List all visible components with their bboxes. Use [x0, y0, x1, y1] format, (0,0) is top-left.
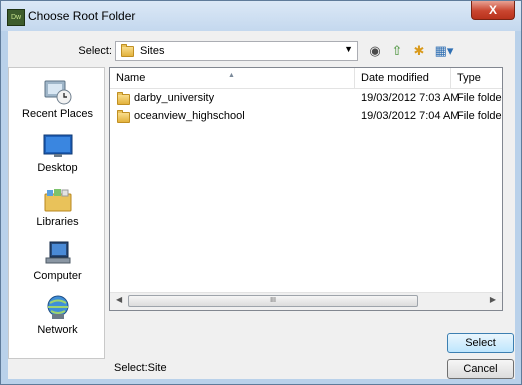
column-header-date[interactable]: Date modified [355, 68, 451, 88]
horizontal-scrollbar[interactable]: ◀ III ▶ [110, 292, 502, 310]
place-recent-places[interactable]: Recent Places [9, 78, 106, 120]
place-label: Network [37, 324, 78, 336]
places-bar: Recent Places Desktop Libraries Computer… [8, 67, 105, 359]
file-list[interactable]: Name ▲ Date modified Type darby_universi… [109, 67, 503, 311]
new-folder-icon[interactable]: ✱ [409, 41, 429, 61]
close-button[interactable]: X [471, 1, 515, 20]
folder-icon [117, 110, 130, 123]
column-header-type[interactable]: Type [451, 68, 502, 88]
place-libraries[interactable]: Libraries [9, 186, 106, 228]
libraries-icon [42, 186, 74, 214]
file-name: oceanview_highschool [134, 110, 245, 122]
column-headers: Name ▲ Date modified Type [110, 68, 502, 89]
place-label: Computer [33, 270, 82, 282]
lookin-dropdown[interactable]: Sites ▼ [115, 41, 358, 61]
table-row[interactable]: oceanview_highschool 19/03/2012 7:04 AM … [110, 108, 502, 127]
column-header-name[interactable]: Name ▲ [110, 68, 355, 88]
table-row[interactable]: darby_university 19/03/2012 7:03 AM File… [110, 90, 502, 109]
lookin-value: Sites [140, 45, 165, 57]
file-type: File folder [457, 92, 503, 104]
computer-icon [42, 240, 74, 268]
view-menu-icon[interactable]: ▦▾ [431, 41, 457, 61]
place-network[interactable]: Network [9, 294, 106, 336]
dialog-window: Dw Choose Root Folder X Select: Sites ▼ … [0, 0, 522, 385]
title-bar[interactable]: Dw Choose Root Folder X [1, 1, 521, 31]
back-icon[interactable]: ◉ [365, 41, 385, 61]
navigation-toolbar: ◉ ⇧ ✱ ▦▾ [365, 41, 475, 61]
scrollbar-thumb[interactable]: III [128, 295, 418, 307]
scroll-right-icon[interactable]: ▶ [490, 295, 496, 304]
file-date: 19/03/2012 7:04 AM [361, 110, 460, 122]
file-date: 19/03/2012 7:03 AM [361, 92, 460, 104]
scroll-left-icon[interactable]: ◀ [116, 295, 122, 304]
cancel-button[interactable]: Cancel [447, 359, 514, 379]
desktop-icon [42, 132, 74, 160]
lookin-label: Select: [78, 45, 112, 57]
dialog-title: Choose Root Folder [28, 9, 136, 23]
place-label: Desktop [37, 162, 78, 174]
file-name: darby_university [134, 92, 215, 104]
place-label: Recent Places [22, 108, 93, 120]
place-label: Libraries [36, 216, 79, 228]
column-header-label: Name [116, 72, 146, 84]
folder-icon [117, 92, 130, 105]
place-computer[interactable]: Computer [9, 240, 106, 282]
chevron-down-icon[interactable]: ▼ [344, 44, 353, 54]
network-icon [42, 294, 74, 322]
up-folder-icon[interactable]: ⇧ [387, 41, 407, 61]
dreamweaver-app-icon: Dw [7, 9, 25, 26]
folder-icon [121, 44, 134, 57]
place-desktop[interactable]: Desktop [9, 132, 106, 174]
sort-ascending-icon: ▲ [228, 72, 235, 79]
dialog-body: Select: Sites ▼ ◉ ⇧ ✱ ▦▾ Recent Places D… [8, 31, 515, 379]
file-type: File folder [457, 110, 503, 122]
select-button[interactable]: Select [447, 333, 514, 353]
selection-label: Select:Site [114, 362, 167, 374]
recent-places-icon [42, 78, 74, 106]
